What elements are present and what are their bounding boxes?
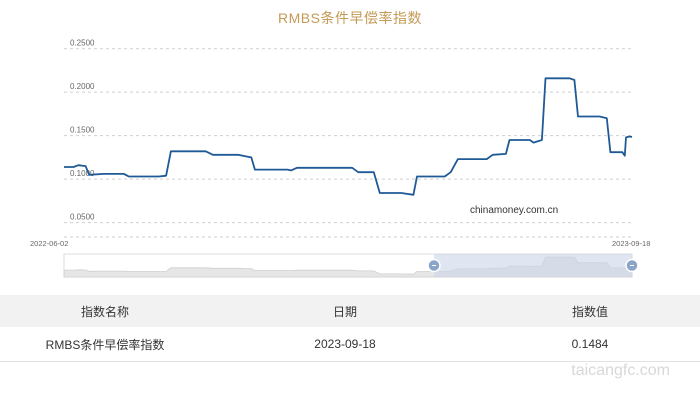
cell-value: 0.1484: [571, 337, 609, 351]
y-tick-label: 0.1000: [70, 169, 95, 178]
y-tick-label: 0.0500: [70, 213, 95, 222]
range-navigator[interactable]: [63, 253, 639, 278]
y-tick-label: 0.2500: [70, 39, 95, 48]
cell-name: RMBS条件早偿率指数: [45, 337, 165, 352]
y-axis-ticks: 0.0500 0.1000 0.1500 0.2000 0.2500: [70, 39, 95, 222]
line-chart: 0.0500 0.1000 0.1500 0.2000 0.2500 chinamone…: [30, 39, 650, 278]
x-start-label: 2022-06-02: [30, 239, 68, 248]
table-row: RMBS条件早偿率指数 2023-09-18 0.1484: [0, 327, 700, 362]
series-line: [64, 77, 633, 196]
x-end-label: 2023-09-18: [612, 239, 650, 248]
y-tick-label: 0.1500: [70, 126, 95, 135]
y-tick-label: 0.2000: [70, 82, 95, 91]
header-date: 日期: [332, 304, 357, 319]
site-watermark: taicangfc.com: [571, 362, 670, 379]
table-header: 指数名称 日期 指数值: [0, 295, 700, 327]
header-value: 指数值: [571, 304, 608, 319]
series-layer: [64, 77, 633, 196]
header-name: 指数名称: [80, 304, 129, 319]
navigator-selection[interactable]: [434, 254, 632, 277]
cell-date: 2023-09-18: [314, 337, 376, 351]
index-table: 指数名称 日期 指数值 RMBS条件早偿率指数 2023-09-18 0.148…: [0, 295, 700, 362]
watermark-text: chinamoney.com.cn: [470, 205, 558, 216]
